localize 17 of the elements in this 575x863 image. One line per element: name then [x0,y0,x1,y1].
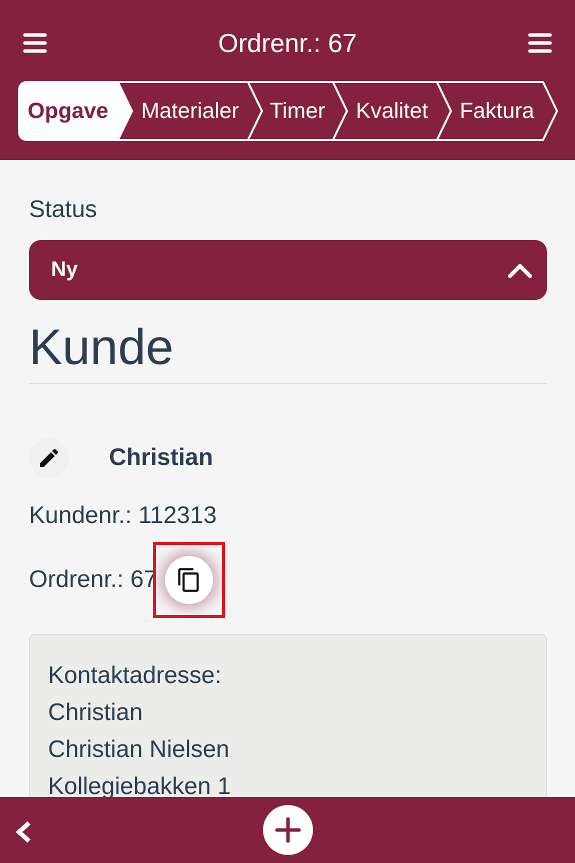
address-line: Kollegiebakken 1 [48,772,232,802]
status-dropdown[interactable]: Ny [29,240,547,300]
page-title: Ordrenr.: 67 [218,28,357,58]
address-line: Christian Nielsen [48,735,230,765]
address-line: Christian [48,698,144,728]
customer-name: Christian [109,444,214,472]
edit-button[interactable] [29,438,69,478]
customer-number: Kundenr.: 112313 [29,502,218,530]
menu-icon[interactable] [22,32,48,54]
copy-button[interactable] [165,556,214,604]
section-heading: Kunde [29,320,547,384]
plus-icon [274,816,302,844]
add-button[interactable] [262,805,312,855]
status-label: Status [29,196,98,224]
address-line: Kontaktadresse: [48,661,222,691]
pencil-icon [37,446,61,470]
menu-icon[interactable] [526,32,553,54]
